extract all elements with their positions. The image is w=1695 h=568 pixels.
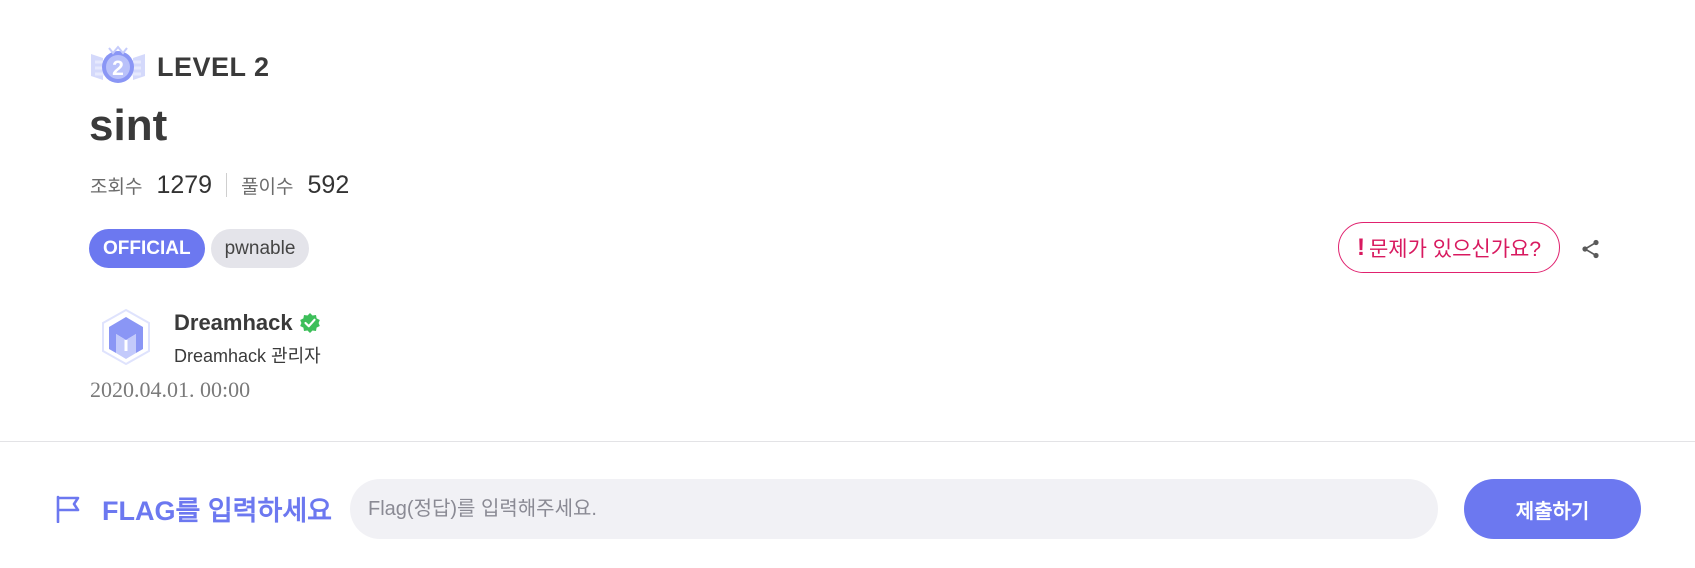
author-name[interactable]: Dreamhack [174,310,293,336]
share-icon[interactable] [1580,238,1602,260]
solves-label: 풀이수 [241,176,294,198]
author-role: Dreamhack 관리자 [174,346,321,366]
solves-count: 592 [307,170,350,199]
tag-official[interactable]: OFFICIAL [89,229,205,268]
tag-pwnable[interactable]: pwnable [210,229,310,268]
flag-label: FLAG를 입력하세요 [102,496,333,526]
exclamation-icon: ! [1356,233,1365,261]
views-count: 1279 [156,170,213,199]
challenge-stats: 조회수 1279 풀이수 592 [90,168,349,202]
flag-label-group: FLAG를 입력하세요 [55,489,332,528]
level-badge-icon: 2 [89,44,147,90]
author-name-row: Dreamhack [174,310,321,336]
challenge-header: 2 LEVEL 2 sint 조회수 1279 풀이수 592 OFFICIAL… [0,0,1695,442]
tag-list: OFFICIAL pwnable [89,229,310,268]
level-row: 2 LEVEL 2 [89,44,270,90]
challenge-title: sint [89,101,168,150]
stats-divider [226,173,228,197]
views-label: 조회수 [90,176,143,198]
flag-input[interactable] [350,479,1438,539]
level-label: LEVEL 2 [157,51,270,82]
report-issue-label: 문제가 있으신가요? [1368,237,1542,261]
level-badge-number: 2 [112,57,124,80]
flag-icon [55,495,81,523]
created-date: 2020.04.01. 00:00 [90,377,251,402]
submit-button[interactable]: 제출하기 [1464,479,1641,539]
verified-check-icon [299,312,321,334]
report-issue-button[interactable]: ! 문제가 있으신가요? [1338,222,1560,273]
dreamhack-logo-icon[interactable] [97,307,155,367]
